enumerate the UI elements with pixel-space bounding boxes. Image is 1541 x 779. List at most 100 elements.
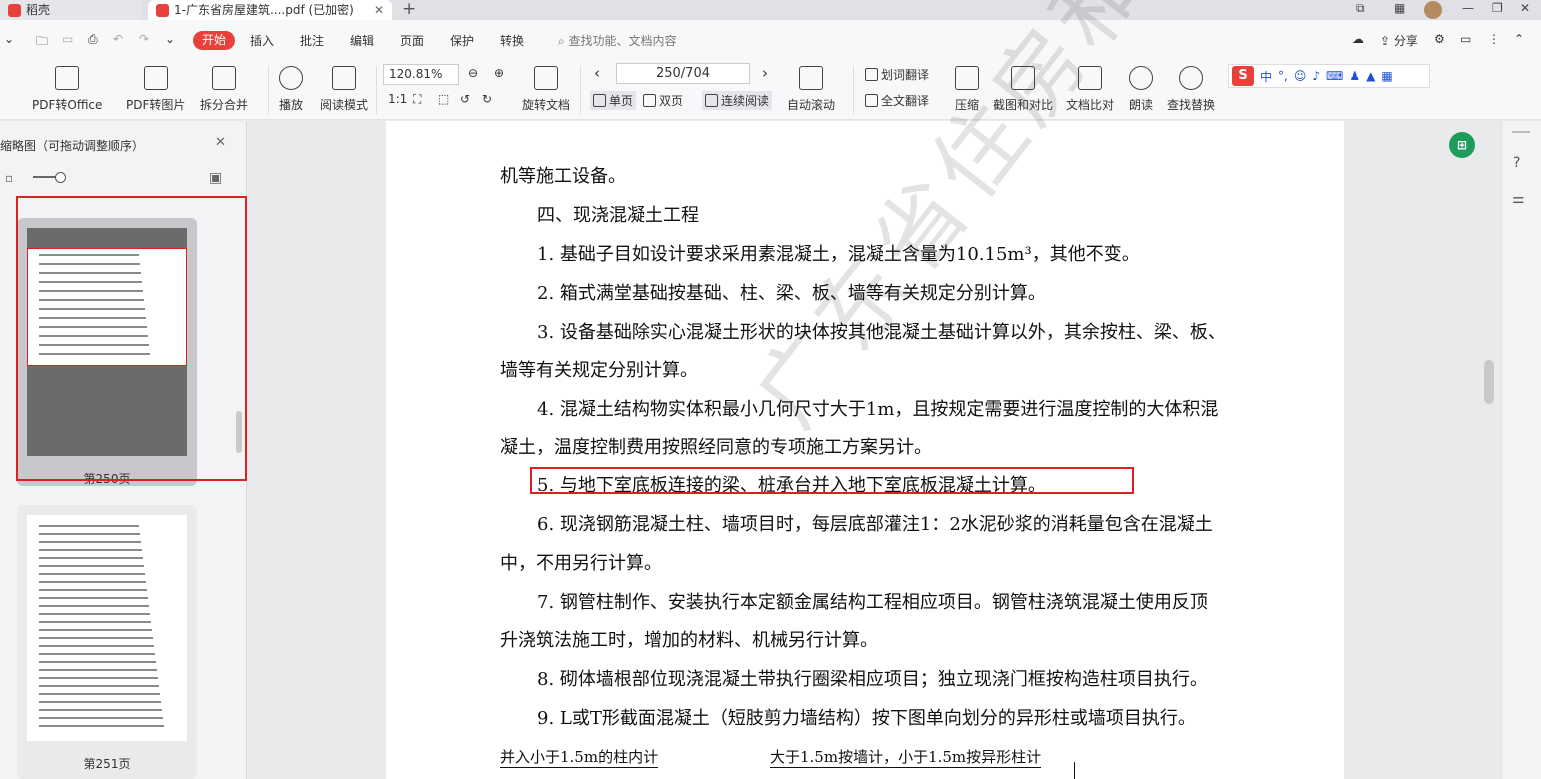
single-page-label: 单页 [609, 94, 634, 108]
close-tab-icon[interactable]: ✕ [374, 1, 384, 19]
magnifier-icon [1179, 66, 1203, 90]
redo-icon[interactable]: ↷ [139, 32, 149, 46]
prev-page-icon[interactable]: ‹ [594, 64, 600, 82]
cloud-sync-icon[interactable]: ☁ [1352, 32, 1364, 46]
thumbnail-text-line [39, 661, 156, 663]
rotate-left-icon[interactable]: ↺ [460, 92, 470, 106]
word-translate-button[interactable]: 划词翻译 [865, 66, 929, 83]
doc-line: 7. 钢管柱制作、安装执行本定额金属结构工程相应项目。钢管柱浇筑混凝土使用反顶 [537, 592, 1208, 613]
split-merge-button[interactable]: 拆分合并 [200, 66, 248, 113]
ime-punctuation-icon: °, [1278, 69, 1288, 83]
thumbnail-text-line [39, 605, 149, 607]
next-page-icon[interactable]: › [762, 64, 768, 82]
fit-page-icon[interactable]: ⛶ [413, 92, 421, 107]
share-button[interactable]: ⇪ 分享 [1380, 32, 1418, 49]
doc-line: 凝土，温度控制费用按照经同意的专项施工方案另计。 [500, 437, 932, 458]
read-aloud-button[interactable]: 朗读 [1129, 66, 1153, 113]
new-tab-icon[interactable]: + [402, 0, 416, 18]
slider-knob[interactable] [55, 172, 66, 183]
avatar[interactable] [1424, 1, 1442, 19]
open-file-icon[interactable]: 🗀 [36, 32, 48, 53]
zoom-in-icon[interactable]: ⊕ [494, 66, 504, 80]
collapse-ribbon-icon[interactable]: ⌃ [1514, 32, 1524, 46]
full-translate-button[interactable]: 全文翻译 [865, 92, 929, 109]
small-thumbnail-icon[interactable]: ▫ [5, 171, 13, 185]
print-icon[interactable]: ⎙ [88, 32, 98, 47]
thumbnail-text-line [39, 637, 153, 639]
close-sidebar-icon[interactable]: ✕ [215, 135, 226, 150]
auto-scroll-button[interactable]: 自动滚动 [787, 66, 835, 113]
menu-protect[interactable]: 保护 [450, 32, 474, 49]
menu-edit[interactable]: 编辑 [350, 32, 374, 49]
thumbnail-text-line [39, 709, 162, 711]
settings-gear-icon[interactable]: ⚙ [1434, 32, 1445, 46]
minimize-icon[interactable]: — [1462, 1, 1474, 15]
search-input[interactable]: ⌕ 查找功能、文档内容 [558, 32, 677, 49]
pdf-to-office-button[interactable]: PDF转Office [32, 66, 102, 113]
single-page-button[interactable]: 单页 [590, 91, 637, 110]
more-icon[interactable]: ⋮ [1488, 32, 1500, 46]
thumbnail-text-line [39, 717, 163, 719]
zoom-select[interactable]: 120.81% [383, 64, 459, 85]
play-button[interactable]: 播放 [279, 66, 303, 113]
restore-icon[interactable]: ❐ [1492, 1, 1503, 15]
close-window-icon[interactable]: ✕ [1520, 1, 1530, 15]
ime-emoji-icon: ☺ [1293, 69, 1307, 83]
divider [268, 66, 269, 114]
play-label: 播放 [279, 98, 304, 112]
book-icon [332, 66, 356, 90]
menu-page[interactable]: 页面 [400, 32, 424, 49]
comment-icon[interactable]: ▭ [1460, 32, 1471, 46]
menu-convert[interactable]: 转换 [500, 32, 524, 49]
zoom-out-icon[interactable]: ⊖ [468, 66, 478, 80]
rotate-right-icon[interactable]: ↻ [482, 92, 492, 106]
continuous-reading-label: 连续阅读 [721, 94, 770, 108]
doc-line: 机等施工设备。 [500, 166, 626, 187]
undo-icon[interactable]: ↶ [113, 32, 123, 46]
thumbnail-text-line [39, 549, 142, 551]
thumbnail-text-line [39, 541, 141, 543]
find-replace-button[interactable]: 查找替换 [1167, 66, 1215, 113]
actual-size-icon[interactable]: 1:1 [388, 92, 407, 106]
thumbnail-text-line [39, 573, 145, 575]
play-icon [279, 66, 303, 90]
thumbnail-text-line [39, 621, 151, 623]
tab-app[interactable]: 稻壳 [0, 0, 142, 20]
rotate-document-button[interactable]: 旋转文档 [522, 66, 570, 113]
apps-grid-icon[interactable]: ▦ [1394, 1, 1405, 15]
thumbnail-page-251[interactable]: 第251页 [17, 505, 197, 779]
menu-arrow-icon[interactable]: ⌄ [4, 32, 14, 46]
menu-start[interactable]: 开始 [193, 31, 235, 50]
help-icon[interactable]: ? [1513, 155, 1520, 171]
adjust-icon[interactable]: ⚌ [1512, 191, 1525, 207]
menu-annotate[interactable]: 批注 [300, 32, 324, 49]
thumbnail-text-line [39, 565, 144, 567]
divider [853, 66, 854, 114]
large-thumbnail-icon[interactable]: ▣ [209, 170, 222, 186]
tablet-mode-icon[interactable]: ⧉ [1356, 1, 1365, 16]
find-replace-label: 查找替换 [1167, 98, 1216, 112]
ime-user-icon: ♟ [1349, 69, 1361, 83]
figure-dimension-line [1074, 762, 1075, 779]
doc-line: 中，不用另行计算。 [500, 553, 662, 574]
figure-label-left: 并入小于1.5m的柱内计 [500, 748, 659, 768]
more-arrow-icon[interactable]: ⌄ [165, 32, 175, 46]
ime-toolbar[interactable]: S 中 °, ☺ ♪ ⌨ ♟ ▲ ▦ [1228, 64, 1430, 88]
page-number-input[interactable]: 250/704 [616, 63, 750, 84]
menu-insert[interactable]: 插入 [250, 32, 274, 49]
continuous-reading-button[interactable]: 连续阅读 [702, 91, 773, 110]
read-mode-button[interactable]: 阅读模式 [320, 66, 368, 113]
spreadsheet-icon[interactable]: ⊞ [1449, 132, 1475, 158]
sidebar-scrollbar[interactable] [236, 411, 242, 453]
tab-document[interactable]: 1-广东省房屋建筑....pdf (已加密) ✕ [148, 0, 392, 20]
document-scrollbar[interactable] [1484, 360, 1494, 404]
fit-width-icon[interactable]: ⬚ [438, 92, 449, 106]
sidebar-title: 缩略图（可拖动调整顺序） [0, 139, 145, 153]
save-icon[interactable]: ▭ [62, 32, 73, 46]
pdf-to-office-icon [55, 66, 80, 90]
double-page-label: 双页 [659, 94, 684, 108]
pdf-to-image-button[interactable]: PDF转图片 [126, 66, 185, 113]
double-page-button[interactable]: 双页 [643, 92, 683, 109]
panel-divider [1512, 131, 1530, 133]
docer-logo-icon [8, 3, 21, 17]
